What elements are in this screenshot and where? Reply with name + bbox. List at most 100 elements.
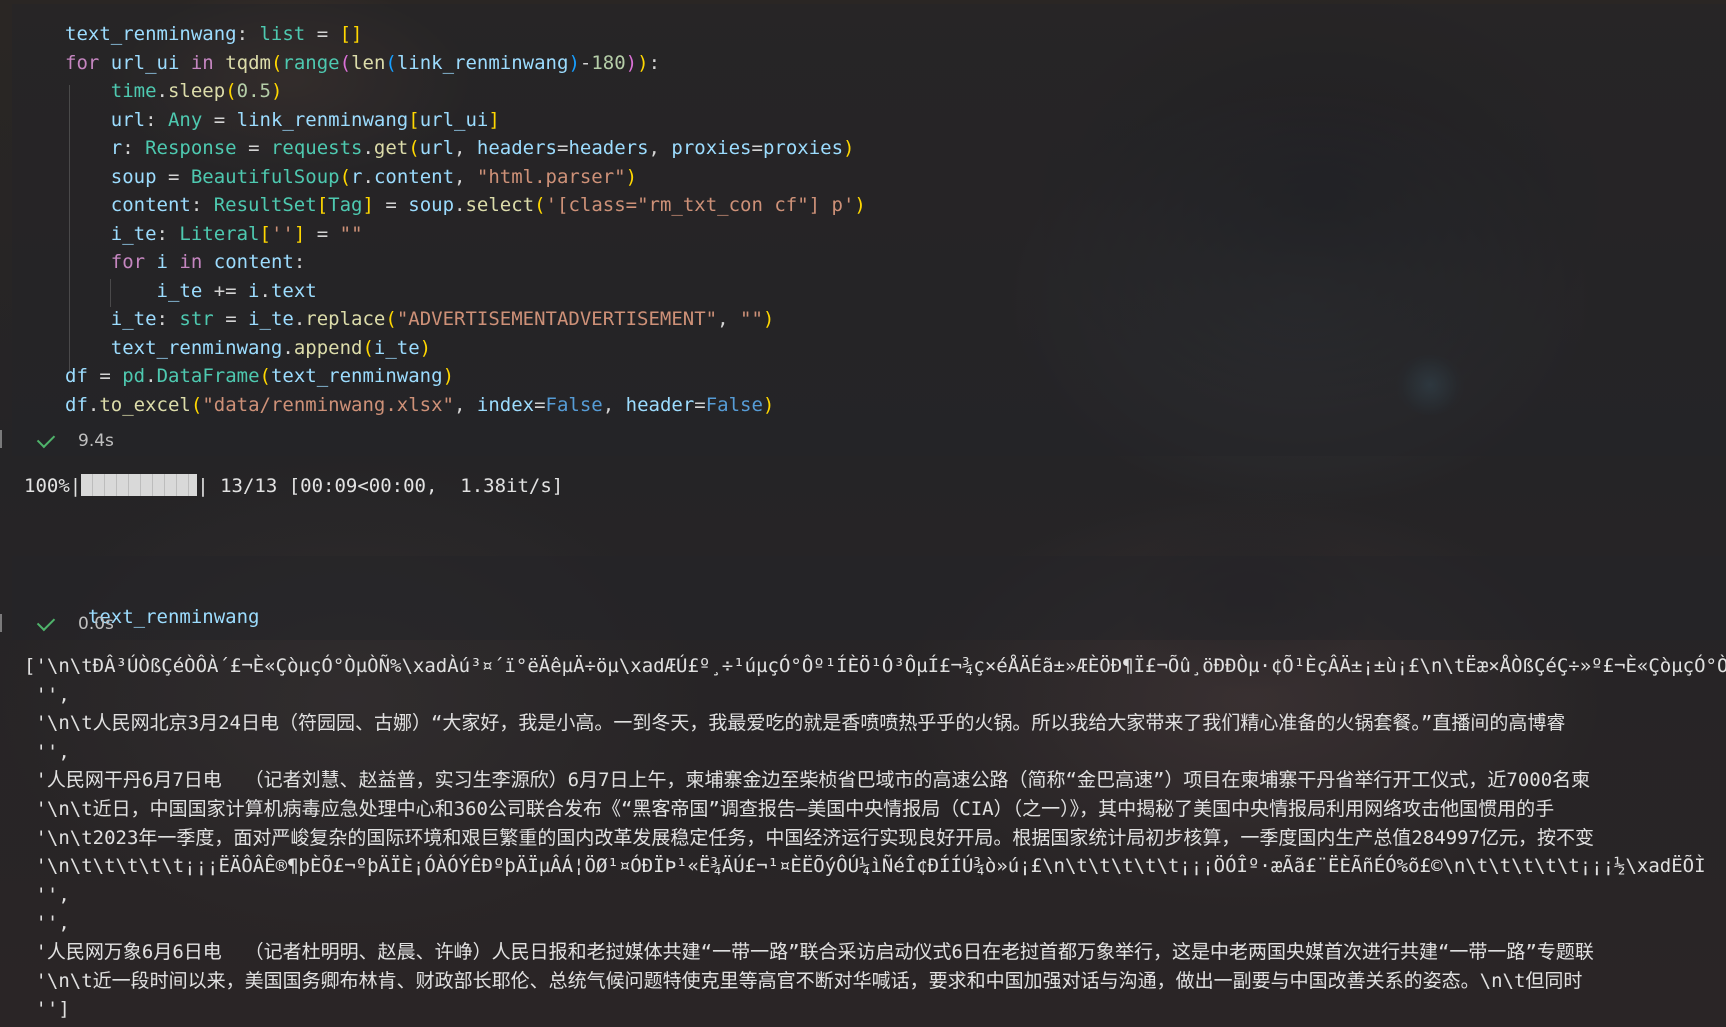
code-token: i_te bbox=[110, 222, 157, 245]
code-line[interactable]: soup = BeautifulSoup(r.content, "html.pa… bbox=[65, 163, 866, 192]
code-token: ResultSet bbox=[213, 194, 317, 216]
code-line[interactable]: text_renminwang: list = [] bbox=[65, 20, 866, 49]
code-token: , bbox=[453, 393, 477, 416]
code-token: soup bbox=[408, 194, 455, 216]
code-line[interactable]: i_te += i.text bbox=[65, 277, 866, 306]
code-token: ( bbox=[259, 365, 271, 387]
code-token: . bbox=[145, 365, 157, 387]
code-token: ( bbox=[270, 51, 283, 74]
code-token: text_renminwang bbox=[65, 23, 237, 45]
output-line: '', bbox=[24, 912, 70, 935]
code-line[interactable]: i_te: Literal[''] = "" bbox=[65, 220, 866, 249]
output-line: '\n\t近日，中国国家计算机病毒应急处理中心和360公司联合发布《“黑客帝国”… bbox=[24, 797, 1555, 820]
code-token: . bbox=[87, 393, 100, 416]
progress-bar bbox=[81, 473, 198, 496]
code-token: replace bbox=[305, 308, 386, 330]
code-token: = bbox=[202, 108, 237, 131]
code-token: ) bbox=[625, 51, 638, 74]
code-token: ( bbox=[362, 336, 374, 359]
code-line[interactable]: df = pd.DataFrame(text_renminwang) bbox=[65, 362, 866, 391]
code-line[interactable]: for i in content: bbox=[65, 248, 866, 277]
code-line[interactable]: df.to_excel("data/renminwang.xlsx", inde… bbox=[65, 391, 866, 420]
code-line[interactable]: for url_ui in tqdm(range(len(link_renmin… bbox=[65, 49, 866, 78]
code-line[interactable]: time.sleep(0.5) bbox=[65, 77, 866, 106]
code-token: get bbox=[373, 137, 409, 159]
code-token: : bbox=[190, 194, 214, 216]
code-token: in bbox=[179, 251, 203, 273]
code-token: [ bbox=[259, 222, 271, 245]
code-line[interactable]: content: ResultSet[Tag] = soup.select('[… bbox=[65, 191, 866, 220]
code-token: '[class="rm_txt_con cf"] p' bbox=[545, 194, 855, 216]
code-token: url_ui bbox=[419, 108, 489, 131]
code-token: i_te bbox=[248, 308, 294, 330]
code-token: = bbox=[305, 222, 340, 245]
output-line: '\n\t2023年一季度，面对严峻复杂的国际环境和艰巨繁重的国内改革发展稳定任… bbox=[24, 826, 1595, 849]
code-token: ( bbox=[534, 194, 546, 216]
cell-1-status: 9.4s bbox=[36, 429, 114, 453]
code-token: : bbox=[293, 251, 306, 273]
code-token: . bbox=[282, 336, 294, 359]
output-line: '', bbox=[24, 740, 70, 763]
code-token: sleep bbox=[167, 80, 226, 102]
code-token: . bbox=[293, 308, 306, 330]
code-token: = bbox=[236, 137, 271, 159]
code-token: content bbox=[110, 194, 191, 216]
code-token: link_renminwang bbox=[236, 108, 409, 131]
code-line[interactable]: i_te: str = i_te.replace("ADVERTISEMENTA… bbox=[65, 305, 866, 334]
code-token: = bbox=[557, 137, 569, 159]
cell-2-output: ['\n\tÐÂ³ÚÒßÇéÒÔÀ´£¬È«ÇòµçÓ°ÒµÒÑ%\xadÀú³… bbox=[24, 652, 1726, 1024]
code-token: r bbox=[351, 165, 363, 188]
code-token: , bbox=[454, 165, 477, 188]
cell-1-exec-time: 9.4s bbox=[78, 431, 114, 451]
code-line[interactable]: url: Any = link_renminwang[url_ui] bbox=[65, 106, 866, 135]
code-token: , bbox=[648, 137, 672, 159]
check-icon bbox=[36, 612, 56, 631]
code-line[interactable]: text_renminwang.append(i_te) bbox=[65, 334, 866, 363]
code-token: = bbox=[305, 23, 340, 45]
code-token: 0.5 bbox=[236, 80, 271, 102]
code-token: . bbox=[259, 279, 271, 302]
code-token: ) bbox=[843, 137, 855, 159]
code-token: = bbox=[156, 165, 191, 188]
code-token: ) bbox=[637, 51, 649, 74]
code-token: Response bbox=[145, 137, 237, 159]
code-token: url bbox=[419, 137, 455, 159]
code-token: . bbox=[362, 165, 374, 188]
code-token: ) bbox=[762, 308, 775, 330]
code-token: for bbox=[65, 51, 100, 74]
code-token: i_te bbox=[110, 308, 157, 330]
code-token: r bbox=[110, 137, 123, 159]
code-token: : bbox=[145, 108, 168, 131]
output-line: ['\n\tÐÂ³ÚÒßÇéÒÔÀ´£¬È«ÇòµçÓ°ÒµÒÑ%\xadÀú³… bbox=[24, 655, 1726, 677]
code-token: append bbox=[293, 336, 363, 359]
code-cell-2[interactable] bbox=[12, 556, 1726, 640]
code-token: df bbox=[65, 393, 88, 416]
code-line[interactable]: r: Response = requests.get(url, headers=… bbox=[65, 134, 866, 163]
code-token: . bbox=[156, 80, 168, 102]
code-editor-cell-1[interactable]: text_renminwang: list = [] for url_ui in … bbox=[65, 20, 866, 419]
code-token: ( bbox=[190, 393, 203, 416]
code-token: i bbox=[248, 279, 260, 302]
code-token: "" bbox=[740, 308, 763, 330]
code-token: text_renminwang bbox=[110, 336, 283, 359]
code-token: "" bbox=[339, 222, 363, 245]
code-token: : bbox=[156, 308, 180, 330]
code-token: soup bbox=[110, 165, 157, 188]
code-token: ] bbox=[362, 194, 374, 216]
cell-2-exec-time: 0.0s bbox=[78, 614, 114, 634]
code-token: 180 bbox=[591, 51, 626, 74]
code-token: proxies bbox=[762, 137, 844, 159]
code-token: text bbox=[270, 279, 317, 302]
code-token: ) bbox=[419, 336, 432, 359]
code-token: DataFrame bbox=[156, 365, 260, 387]
code-token: i bbox=[145, 251, 180, 273]
code-token: select bbox=[465, 194, 535, 216]
code-token: = bbox=[373, 194, 409, 216]
code-token: in bbox=[190, 51, 214, 74]
output-line: '\n\t\t\t\t\t¡¡¡ËÄÔÂÊ®¶þÈÕ£¬ºþÄÏÈ¡ÓÀÓÝÊÐ… bbox=[24, 855, 1706, 878]
code-token: = bbox=[213, 308, 249, 330]
code-token: "data/renminwang.xlsx" bbox=[202, 393, 454, 416]
